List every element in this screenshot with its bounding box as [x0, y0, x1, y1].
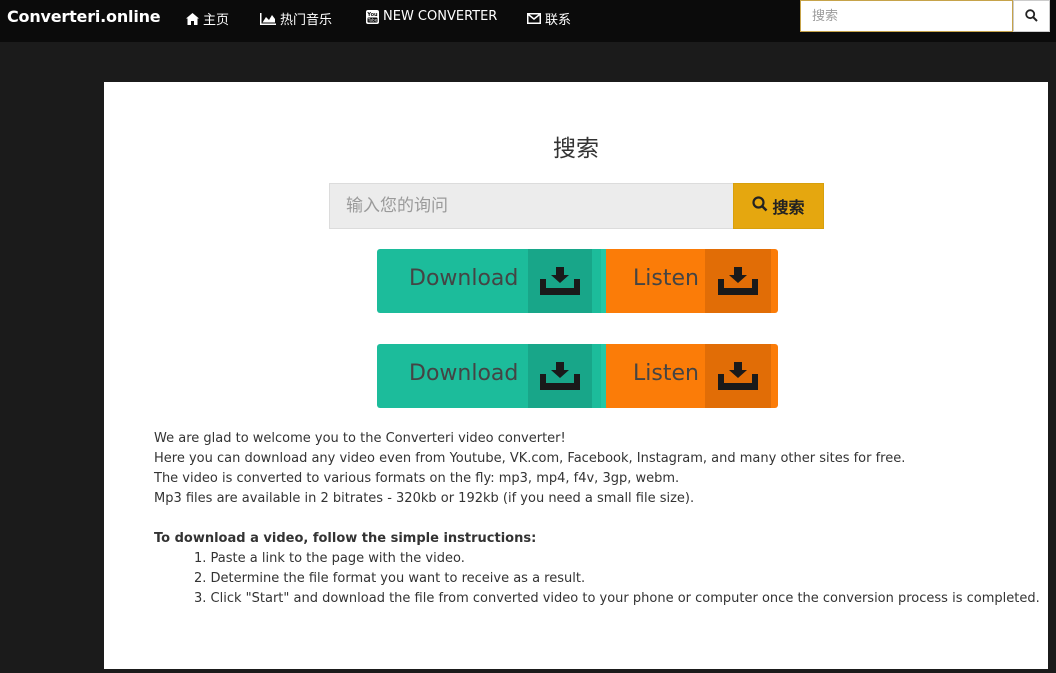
download-label: Download [409, 266, 519, 291]
envelope-icon [527, 13, 541, 24]
navbar: Converteri.online 主页 热门音乐 You Tube NEW CO… [0, 0, 1056, 42]
nav-item-label: NEW CONVERTER [383, 9, 498, 24]
listen-label: Listen [633, 361, 699, 386]
main-search-input[interactable] [329, 183, 733, 229]
download-icon [528, 249, 592, 313]
page-title: 搜索 [553, 136, 599, 162]
search-button-label: 搜索 [772, 198, 805, 217]
home-icon [186, 12, 199, 25]
download-icon [705, 344, 771, 408]
nav-item-label: 主页 [203, 13, 230, 28]
nav-item-home[interactable]: 主页 [186, 9, 229, 28]
download-icon [705, 249, 771, 313]
listen-button[interactable]: Listen [601, 249, 778, 313]
description-line: The video is converted to various format… [154, 471, 680, 486]
action-row: Download Listen [377, 344, 778, 408]
area-chart-icon [260, 12, 276, 25]
main-search-button[interactable]: 搜索 [733, 183, 824, 229]
instruction-step: 2. Determine the file format you want to… [194, 571, 586, 586]
nav-item-hot-music[interactable]: 热门音乐 [260, 9, 332, 28]
download-icon [528, 344, 592, 408]
svg-text:Tube: Tube [367, 17, 378, 22]
action-row: Download Listen [377, 249, 778, 313]
search-icon [1025, 7, 1038, 26]
nav-item-contact[interactable]: 联系 [527, 9, 571, 28]
listen-button[interactable]: Listen [601, 344, 778, 408]
nav-item-new-converter[interactable]: You Tube NEW CONVERTER [366, 9, 497, 24]
search-icon [752, 196, 768, 216]
description-line: We are glad to welcome you to the Conver… [154, 431, 566, 446]
instruction-step: 1. Paste a link to the page with the vid… [194, 551, 465, 566]
main-panel: 搜索 搜索 Download Listen Download [104, 82, 1048, 669]
description-line: Here you can download any video even fro… [154, 451, 906, 466]
instruction-step: 3. Click "Start" and download the file f… [194, 591, 1040, 606]
brand-logo[interactable]: Converteri.online [7, 7, 161, 26]
youtube-icon: You Tube [366, 9, 379, 24]
description-line: Mp3 files are available in 2 bitrates - … [154, 491, 695, 506]
nav-search-button[interactable] [1013, 0, 1050, 32]
download-button[interactable]: Download [377, 344, 601, 408]
nav-item-label: 热门音乐 [280, 13, 333, 28]
listen-label: Listen [633, 266, 699, 291]
description: We are glad to welcome you to the Conver… [154, 429, 1040, 609]
instructions-list: 1. Paste a link to the page with the vid… [154, 549, 1040, 609]
nav-item-label: 联系 [545, 13, 572, 28]
download-button[interactable]: Download [377, 249, 601, 313]
nav-search-input[interactable] [800, 0, 1013, 32]
instructions-title: To download a video, follow the simple i… [154, 531, 537, 546]
download-label: Download [409, 361, 519, 386]
